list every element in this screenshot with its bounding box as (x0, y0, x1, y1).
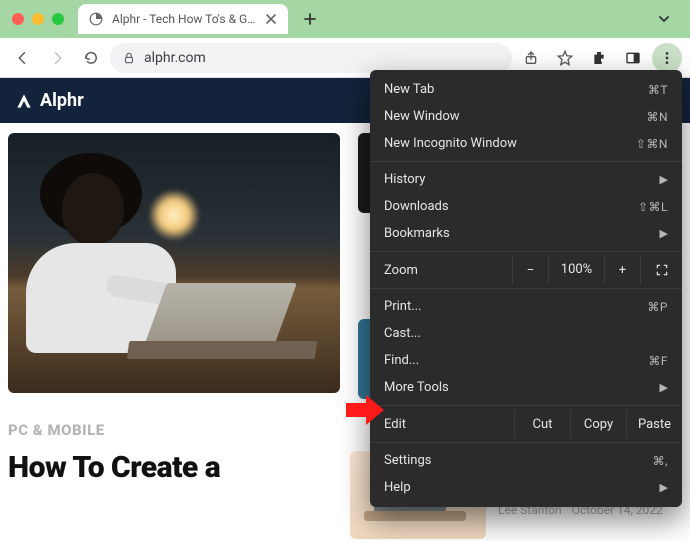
side-panel-button[interactable] (618, 43, 648, 73)
url-text: alphr.com (144, 50, 206, 66)
alphr-logo-icon (14, 91, 34, 111)
menu-new-window[interactable]: New Window ⌘N (370, 103, 682, 130)
share-button[interactable] (516, 43, 546, 73)
edit-copy-button[interactable]: Copy (570, 410, 626, 438)
fullscreen-button[interactable] (640, 256, 682, 284)
edit-cut-button[interactable]: Cut (514, 410, 570, 438)
tabstrip: Alphr - Tech How To's & Guide (78, 4, 652, 34)
reload-button[interactable] (76, 43, 106, 73)
tab-active[interactable]: Alphr - Tech How To's & Guide (78, 4, 288, 34)
traffic-lights (12, 13, 64, 25)
address-bar[interactable]: alphr.com (110, 43, 512, 73)
menu-edit: Edit Cut Copy Paste (370, 410, 682, 438)
submenu-arrow-icon: ▶ (660, 173, 668, 186)
chrome-menu: New Tab ⌘T New Window ⌘N New Incognito W… (370, 70, 682, 507)
menu-print[interactable]: Print... ⌘P (370, 293, 682, 320)
toolbar-right (516, 43, 682, 73)
menu-new-tab[interactable]: New Tab ⌘T (370, 76, 682, 103)
back-button[interactable] (8, 43, 38, 73)
window-fullscreen-button[interactable] (52, 13, 64, 25)
extensions-button[interactable] (584, 43, 614, 73)
window-minimize-button[interactable] (32, 13, 44, 25)
zoom-value: 100% (548, 256, 604, 284)
menu-cast[interactable]: Cast... (370, 320, 682, 347)
tab-favicon-icon (88, 11, 104, 27)
submenu-arrow-icon: ▶ (660, 481, 668, 494)
submenu-arrow-icon: ▶ (660, 227, 668, 240)
menu-help[interactable]: Help ▶ (370, 474, 682, 501)
window-close-button[interactable] (12, 13, 24, 25)
menu-zoom: Zoom − 100% + (370, 256, 682, 284)
tab-search-button[interactable] (652, 7, 678, 31)
menu-history[interactable]: History ▶ (370, 166, 682, 193)
macos-titlebar: Alphr - Tech How To's & Guide (0, 0, 690, 38)
bookmark-button[interactable] (550, 43, 580, 73)
new-tab-button[interactable] (296, 5, 324, 33)
annotation-arrow-icon (346, 395, 384, 425)
menu-downloads[interactable]: Downloads ⇧⌘L (370, 193, 682, 220)
lock-icon (122, 51, 136, 65)
article-hero-image[interactable] (8, 133, 340, 393)
menu-incognito[interactable]: New Incognito Window ⇧⌘N (370, 130, 682, 157)
menu-bookmarks[interactable]: Bookmarks ▶ (370, 220, 682, 247)
forward-button[interactable] (42, 43, 72, 73)
menu-more-tools[interactable]: More Tools ▶ (370, 374, 682, 401)
site-logo[interactable]: Alphr (14, 90, 84, 111)
zoom-out-button[interactable]: − (512, 256, 548, 284)
article-category[interactable]: PC & MOBILE (8, 421, 340, 439)
edit-paste-button[interactable]: Paste (626, 410, 682, 438)
site-brand-text: Alphr (40, 90, 84, 111)
menu-settings[interactable]: Settings ⌘, (370, 447, 682, 474)
tab-title: Alphr - Tech How To's & Guide (112, 12, 256, 26)
main-column: PC & MOBILE How To Create a (8, 133, 340, 486)
submenu-arrow-icon: ▶ (660, 381, 668, 394)
chrome-menu-button[interactable] (652, 43, 682, 73)
tab-close-button[interactable] (264, 12, 278, 26)
article-headline[interactable]: How To Create a (8, 451, 340, 486)
zoom-in-button[interactable]: + (604, 256, 640, 284)
menu-find[interactable]: Find... ⌘F (370, 347, 682, 374)
